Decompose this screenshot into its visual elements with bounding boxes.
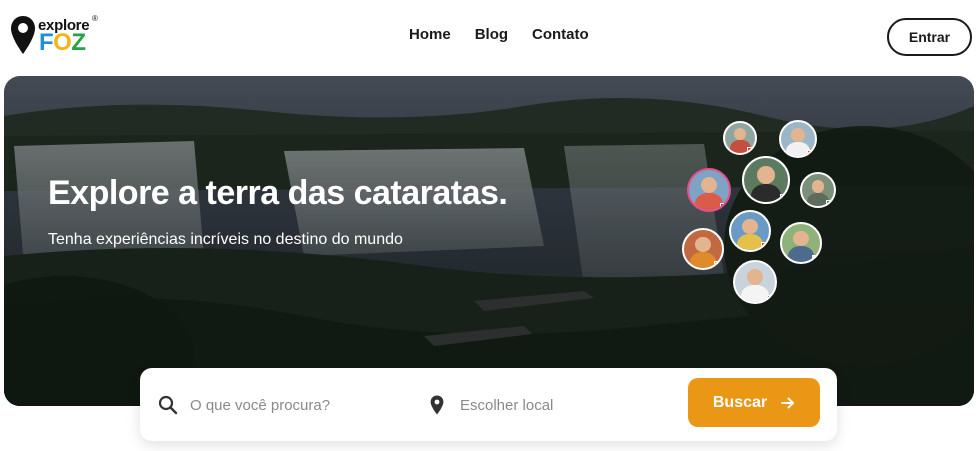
registered-mark: ®	[92, 14, 98, 23]
explore-foz-logo[interactable]: explore ® FOZ	[10, 12, 102, 58]
logo-foz-text: FOZ	[39, 29, 86, 56]
site-header: explore ® FOZ Home Blog Contato Entrar	[0, 0, 977, 74]
search-bar: Buscar	[140, 368, 837, 441]
nav-contato-link[interactable]: Contato	[532, 26, 589, 43]
nav-blog-link[interactable]: Blog	[475, 26, 508, 43]
login-button[interactable]: Entrar	[887, 18, 972, 56]
map-pin-logo-icon	[11, 16, 35, 54]
location-input[interactable]	[460, 390, 660, 420]
traveler-avatar	[780, 222, 822, 264]
traveler-avatar	[800, 172, 836, 208]
traveler-avatar	[733, 260, 777, 304]
nav-home-link[interactable]: Home	[409, 26, 451, 43]
hero-subtitle: Tenha experiências incríveis no destino …	[48, 231, 403, 248]
traveler-avatar	[682, 228, 724, 270]
traveler-avatar	[742, 156, 790, 204]
hero-banner: Explore a terra das cataratas. Tenha exp…	[4, 76, 974, 406]
hero-title: Explore a terra das cataratas.	[48, 174, 508, 212]
map-pin-icon	[430, 395, 444, 415]
traveler-avatar	[723, 121, 757, 155]
search-icon	[158, 395, 178, 415]
search-button-label: Buscar	[712, 393, 768, 411]
main-nav: Home Blog Contato	[409, 26, 589, 43]
traveler-avatar	[687, 168, 731, 212]
search-input[interactable]	[190, 390, 410, 420]
traveler-avatar	[779, 120, 817, 158]
search-button[interactable]: Buscar	[688, 378, 820, 427]
traveler-avatar	[729, 210, 771, 252]
arrow-right-icon	[781, 397, 795, 408]
